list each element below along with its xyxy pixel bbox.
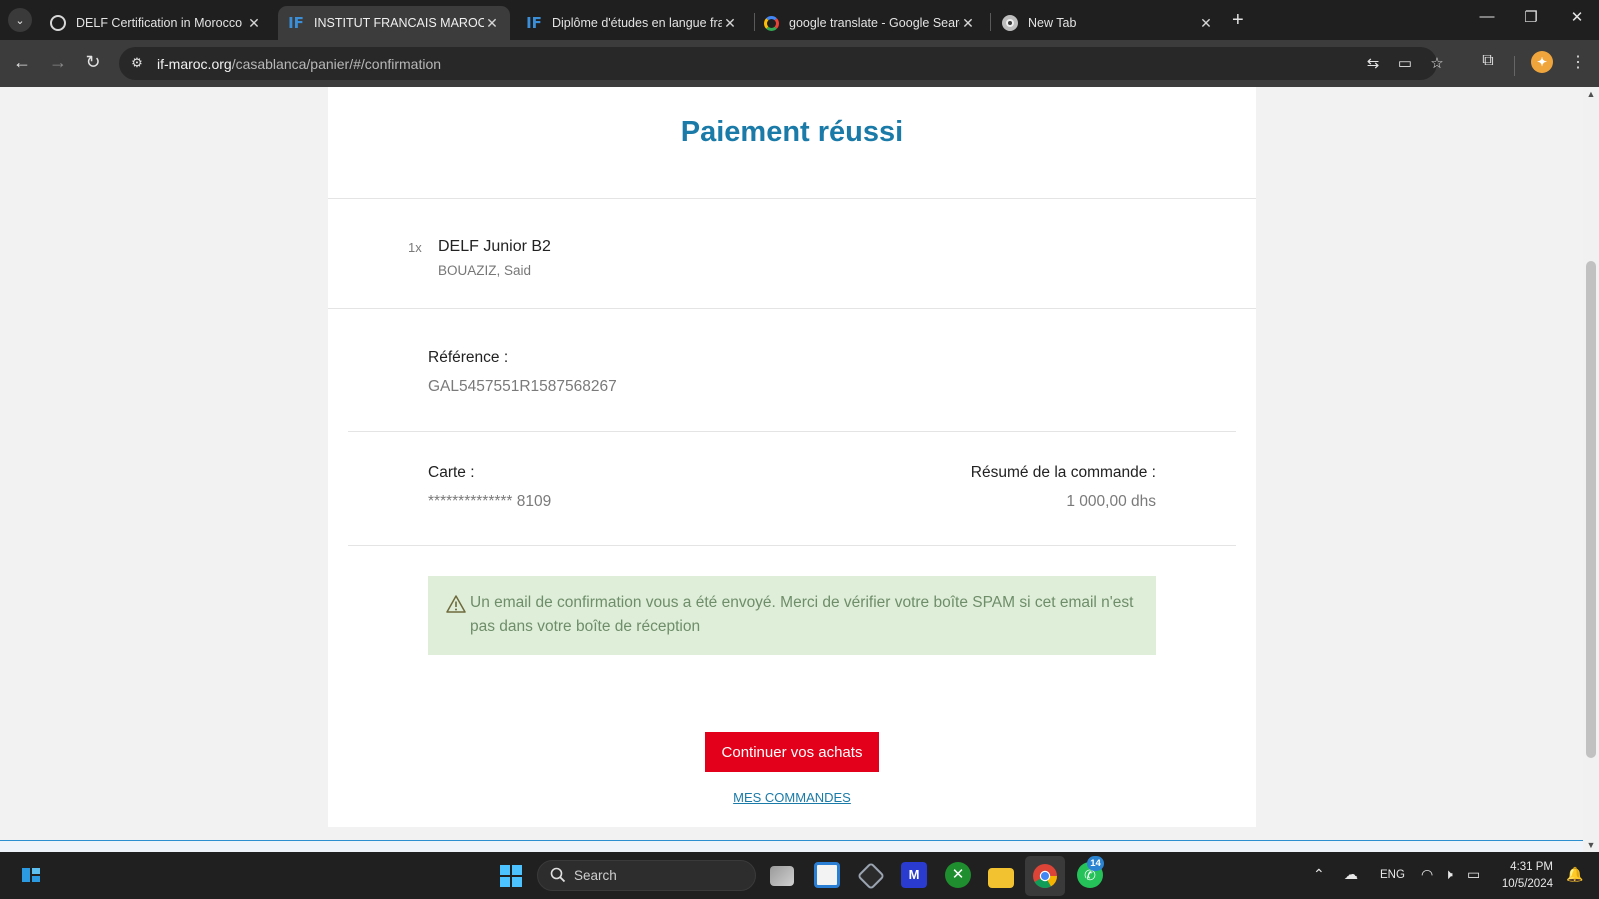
notification-bell-icon[interactable]: 🔔	[1566, 866, 1583, 883]
translate-icon[interactable]: ⇆	[1363, 54, 1383, 72]
alert-message: Un email de confirmation vous a été envo…	[470, 594, 1134, 635]
back-arrow-icon[interactable]: ←	[10, 52, 34, 73]
tab-title: INSTITUT FRANCAIS MAROC : Confirmation	[314, 16, 484, 30]
input-language[interactable]: ENG	[1380, 869, 1405, 881]
tab-new-tab[interactable]: New Tab ✕	[992, 6, 1224, 40]
close-icon[interactable]: ✕	[484, 15, 500, 32]
forward-arrow-icon[interactable]: →	[46, 52, 70, 73]
openai-icon	[50, 15, 66, 31]
cube-app-icon[interactable]	[856, 861, 886, 891]
close-icon[interactable]: ✕	[246, 15, 262, 32]
my-orders-link: MES COMMANDES	[328, 790, 1256, 805]
clock-date[interactable]: 10/5/2024	[1495, 878, 1553, 890]
institut-francais-icon: IF	[288, 14, 304, 32]
close-icon[interactable]: ✕	[1198, 15, 1214, 32]
footer-strip	[0, 840, 1583, 852]
toolbar-divider	[1514, 56, 1515, 76]
widgets-icon[interactable]	[22, 867, 40, 883]
onedrive-cloud-icon[interactable]: ☁	[1344, 866, 1358, 883]
tab-diplome-etudes[interactable]: IF Diplôme d'études en langue française …	[516, 6, 748, 40]
bookmark-star-icon[interactable]: ☆	[1427, 54, 1447, 72]
restore-icon[interactable]: ❐	[1516, 8, 1546, 26]
divider	[348, 545, 1236, 546]
clock-time[interactable]: 4:31 PM	[1495, 861, 1553, 873]
card-label: Carte :	[428, 464, 475, 481]
windows-start-icon[interactable]	[500, 865, 522, 887]
tab-separator	[990, 13, 991, 31]
item-quantity: 1x	[408, 240, 422, 255]
chrome-icon	[1033, 864, 1057, 889]
tab-google-translate[interactable]: google translate - Google Search ✕	[754, 6, 986, 40]
page-viewport: Paiement réussi 1x DELF Junior B2 BOUAZI…	[0, 87, 1583, 852]
windows-taskbar: Search M ✕ ✆ 14 ⌃ ☁ ENG ◠ 🕨 ▭ 4:31 PM 10…	[0, 852, 1599, 899]
my-orders-link-text[interactable]: MES COMMANDES	[733, 790, 851, 805]
close-window-icon[interactable]: ✕	[1562, 8, 1592, 26]
xbox-icon[interactable]: ✕	[945, 862, 971, 888]
tab-title: New Tab	[1028, 16, 1077, 30]
tab-title: Diplôme d'études en langue française	[552, 16, 722, 30]
tab-title: DELF Certification in Morocco	[76, 16, 243, 30]
microsoft-store-icon[interactable]	[814, 862, 840, 888]
page-scrollbar[interactable]: ▲ ▼	[1583, 87, 1599, 852]
divider	[328, 308, 1256, 309]
browser-tabstrip: ⌄ DELF Certification in Morocco ✕ IF INS…	[0, 0, 1599, 40]
task-view-icon[interactable]	[770, 866, 794, 886]
chrome-taskbar-button[interactable]	[1025, 856, 1065, 896]
close-icon[interactable]: ✕	[960, 15, 976, 32]
continue-shopping-button[interactable]: Continuer vos achats	[705, 732, 879, 772]
whatsapp-notification-badge: 14	[1087, 856, 1104, 871]
divider	[348, 431, 1236, 432]
tab-search-chevron-icon[interactable]: ⌄	[8, 8, 32, 32]
tab-delf-certification[interactable]: DELF Certification in Morocco ✕	[40, 6, 272, 40]
taskbar-search-box[interactable]: Search	[537, 860, 756, 891]
tab-title: google translate - Google Search	[789, 16, 960, 30]
page-title: Paiement réussi	[680, 116, 904, 148]
order-summary-label: Résumé de la commande :	[970, 464, 1156, 481]
file-explorer-icon[interactable]	[988, 868, 1014, 888]
confirmation-email-alert: Un email de confirmation vous a été envo…	[428, 576, 1156, 655]
reference-value: GAL5457551R1587568267	[428, 378, 617, 395]
product-name: DELF Junior B2	[438, 238, 551, 255]
warning-icon	[446, 595, 466, 613]
reload-icon[interactable]: ↻	[81, 52, 105, 73]
google-icon	[764, 15, 779, 31]
browser-toolbar: ← → ↻ ⚙ if-maroc.org/casablanca/panier/#…	[0, 40, 1599, 87]
new-tab-plus-icon[interactable]: +	[1232, 9, 1244, 32]
reference-label: Référence :	[428, 349, 509, 366]
close-icon[interactable]: ✕	[722, 15, 738, 32]
search-icon	[550, 867, 566, 883]
show-hidden-icons-chevron-icon[interactable]: ⌃	[1313, 866, 1325, 883]
address-bar[interactable]: ⚙ if-maroc.org/casablanca/panier/#/confi…	[119, 47, 1444, 80]
confirmation-card: Paiement réussi 1x DELF Junior B2 BOUAZI…	[328, 87, 1256, 827]
divider	[328, 198, 1256, 199]
site-info-icon[interactable]: ⚙	[128, 55, 146, 73]
order-total-value: 1 000,00 dhs	[1066, 493, 1156, 510]
scroll-down-arrow-icon[interactable]: ▼	[1583, 838, 1599, 852]
wifi-icon[interactable]: ◠	[1421, 866, 1433, 883]
scroll-up-arrow-icon[interactable]: ▲	[1583, 87, 1599, 101]
chrome-icon	[1002, 15, 1018, 31]
search-placeholder: Search	[574, 868, 617, 883]
extensions-icon[interactable]: ⧉	[1476, 52, 1500, 70]
candidate-name: BOUAZIZ, Said	[438, 263, 532, 278]
speaker-muted-icon[interactable]: 🕨	[1444, 866, 1453, 883]
menu-kebab-icon[interactable]: ⋮	[1566, 52, 1590, 72]
card-icon[interactable]: ▭	[1395, 54, 1415, 72]
minimize-icon[interactable]: —	[1472, 8, 1502, 25]
profile-avatar[interactable]: ✦	[1531, 51, 1553, 73]
institut-francais-icon: IF	[526, 14, 542, 32]
scrollbar-thumb[interactable]	[1586, 261, 1596, 758]
battery-icon[interactable]: ▭	[1467, 866, 1480, 883]
editor-app-icon[interactable]: M	[901, 862, 927, 888]
card-number-value: ************** 8109	[428, 493, 552, 510]
url-text[interactable]: if-maroc.org/casablanca/panier/#/confirm…	[157, 56, 441, 72]
tab-institut-francais[interactable]: IF INSTITUT FRANCAIS MAROC : Confirmatio…	[278, 6, 510, 40]
